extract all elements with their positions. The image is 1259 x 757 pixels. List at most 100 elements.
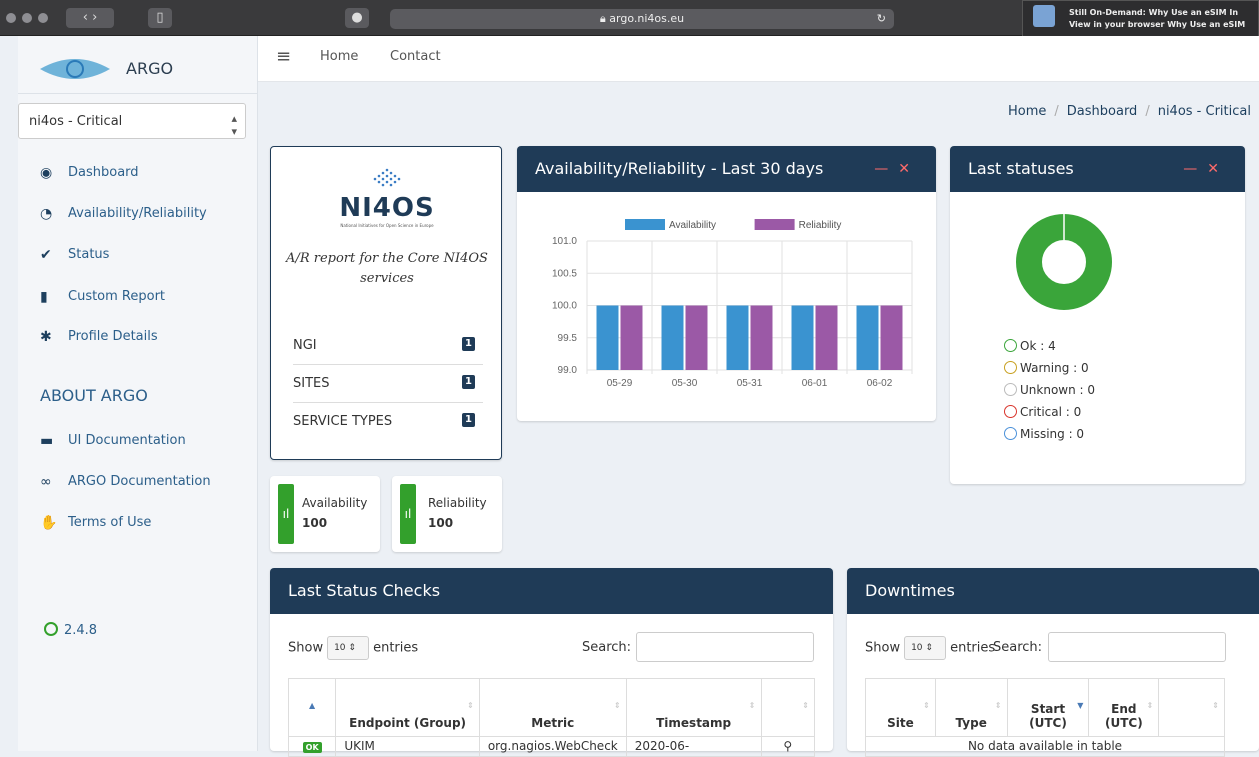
bar-chart-icon: ıl	[278, 484, 294, 544]
check-circle-icon: ✔	[40, 247, 52, 263]
x-tick-label: 05-30	[672, 378, 698, 389]
shield-icon[interactable]: ●	[345, 8, 369, 28]
breadcrumb-dashboard[interactable]: Dashboard	[1067, 104, 1138, 119]
breadcrumb: Home / Dashboard / ni4os - Critical	[1008, 104, 1251, 119]
argo-logo[interactable]: ARGO	[18, 36, 258, 94]
nav-home-link[interactable]: Home	[320, 49, 358, 64]
close-window-button[interactable]	[6, 13, 16, 23]
sort-column-status[interactable]: ▲	[287, 678, 337, 737]
sidebar-item-ui-docs[interactable]: ▬ UI Documentation	[38, 429, 186, 453]
missing-circle-icon	[1004, 427, 1017, 440]
legend-label: Unknown : 0	[1020, 383, 1096, 397]
downtimes-search-input[interactable]	[1048, 632, 1226, 662]
breadcrumb-home[interactable]: Home	[1008, 104, 1046, 119]
sidebar-toggle-icon[interactable]: ▯	[148, 8, 172, 28]
close-icon[interactable]: ✕	[898, 161, 920, 177]
eye-icon: ◉	[40, 165, 53, 181]
info-row-label: SERVICE TYPES	[293, 414, 393, 429]
minimize-window-button[interactable]	[22, 13, 32, 23]
status-badge: OK	[302, 742, 322, 753]
profile-select[interactable]: ni4os - Critical ▴ ▾	[18, 103, 246, 139]
minimize-icon[interactable]: —	[874, 161, 898, 177]
downtimes-card: Downtimes Show 10 ⇕ entries Search: Site ⇕ …	[847, 568, 1259, 757]
search-label: Search:	[582, 640, 632, 655]
critical-circle-icon	[1004, 405, 1017, 418]
logo-text: ARGO	[126, 59, 174, 78]
checks-table: ▲ Endpoint (Group) ⇕ Metric ⇕ Timestamp ⇕ ⇕…	[287, 678, 815, 757]
minimize-icon[interactable]: —	[1183, 161, 1207, 177]
bar-availability	[791, 305, 814, 370]
notification-app-icon	[1033, 5, 1055, 27]
close-icon[interactable]: ✕	[1207, 161, 1229, 177]
sort-icon: ⇕	[467, 701, 474, 710]
sidebar-item-label: Profile Details	[68, 329, 158, 344]
column-metric[interactable]: Metric ⇕	[478, 678, 627, 737]
table-row[interactable]: OK UKIM org.nagios.WebCheck 2020-06- ⚲	[287, 736, 815, 757]
sort-icon: ⇕	[923, 701, 930, 710]
column-actions[interactable]: ⇕	[760, 678, 815, 737]
metric-cell: org.nagios.WebCheck	[478, 736, 627, 757]
legend-label: Warning : 0	[1020, 361, 1089, 375]
y-tick-label: 100.5	[552, 268, 577, 279]
column-timestamp[interactable]: Timestamp ⇕	[625, 678, 762, 737]
warning-circle-icon	[1004, 361, 1017, 374]
checks-header: Last Status Checks	[270, 568, 833, 614]
column-start[interactable]: Start (UTC) ▼	[1006, 678, 1090, 737]
checks-search-input[interactable]	[636, 632, 814, 662]
column-extra[interactable]: ⇕	[1158, 678, 1225, 737]
page-size-select[interactable]: 10 ⇕	[327, 636, 370, 660]
link-icon: ∞	[40, 474, 52, 490]
ni4os-dots-icon	[373, 168, 401, 187]
sidebar-item-status[interactable]: ✔ Status	[38, 243, 109, 267]
search-icon[interactable]: ⚲	[760, 736, 815, 757]
bar-chart-icon: ıl	[400, 484, 416, 544]
y-tick-label: 99.0	[558, 365, 578, 376]
nav-contact-link[interactable]: Contact	[390, 49, 441, 64]
column-label: Start (UTC)	[1029, 702, 1067, 730]
sidebar-item-label: UI Documentation	[68, 433, 186, 448]
report-description: A/R report for the Core NI4OS services	[286, 251, 488, 286]
sidebar-item-dashboard[interactable]: ◉ Dashboard	[38, 161, 139, 185]
info-row-ngi[interactable]: NGI 1	[293, 327, 483, 365]
column-label: End (UTC)	[1104, 702, 1143, 730]
sidebar-item-label: Custom Report	[68, 289, 166, 304]
back-forward-buttons[interactable]: ‹ ›	[66, 8, 114, 28]
info-row-sites[interactable]: SITES 1	[293, 365, 483, 403]
sort-asc-icon: ▲	[309, 701, 316, 710]
sidebar-item-terms[interactable]: ✋ Terms of Use	[38, 511, 151, 535]
hamburger-menu-icon[interactable]: ≡	[276, 46, 291, 67]
file-icon: ▮	[40, 289, 48, 305]
show-label: Show	[865, 640, 901, 656]
version-label: 2.4.8	[44, 622, 97, 638]
x-tick-label: 06-02	[867, 378, 893, 389]
checks-title: Last Status Checks	[288, 581, 441, 600]
last-statuses-title: Last statuses	[968, 159, 1074, 178]
column-type[interactable]: Type ⇕	[934, 678, 1008, 737]
status-circle-icon	[44, 622, 58, 636]
count-badge: 1	[462, 375, 475, 389]
url-bar[interactable]: 🔒︎ argo.ni4os.eu ↻	[390, 9, 894, 29]
reload-icon[interactable]: ↻	[877, 9, 886, 29]
column-endpoint[interactable]: Endpoint (Group) ⇕	[335, 678, 480, 737]
table-header-row: Site ⇕ Type ⇕ Start (UTC) ▼ End (UTC) ⇕ ⇕	[865, 678, 1225, 737]
info-row-service-types[interactable]: SERVICE TYPES 1	[293, 403, 483, 441]
legend-swatch	[754, 219, 795, 230]
column-end[interactable]: End (UTC) ⇕	[1088, 678, 1160, 737]
endpoint-cell: UKIM	[335, 736, 480, 757]
legend-critical: Critical : 0	[1004, 405, 1081, 419]
last-status-checks-card: Last Status Checks Show 10 ⇕ entries Searc…	[270, 568, 833, 757]
sidebar-item-argo-docs[interactable]: ∞ ARGO Documentation	[38, 470, 211, 494]
sidebar-item-custom-report[interactable]: ▮ Custom Report	[38, 285, 165, 309]
entries-label: entries	[373, 640, 419, 656]
ni4os-logo-subtitle: National Initiatives for Open Science in…	[340, 223, 434, 228]
sort-icon: ⇕	[748, 701, 756, 710]
zoom-window-button[interactable]	[38, 13, 48, 23]
sidebar-item-profile-details[interactable]: ✱ Profile Details	[38, 325, 158, 349]
search-label: Search:	[993, 640, 1043, 655]
page-size-select[interactable]: 10 ⇕	[904, 636, 947, 660]
sidebar-item-availability[interactable]: ◔ Availability/Reliability	[38, 202, 207, 226]
breadcrumb-current: ni4os - Critical	[1157, 104, 1251, 119]
y-tick-label: 100.0	[552, 301, 577, 312]
column-site[interactable]: Site ⇕	[865, 678, 936, 737]
table-header-row: ▲ Endpoint (Group) ⇕ Metric ⇕ Timestamp ⇕ ⇕	[287, 678, 815, 737]
